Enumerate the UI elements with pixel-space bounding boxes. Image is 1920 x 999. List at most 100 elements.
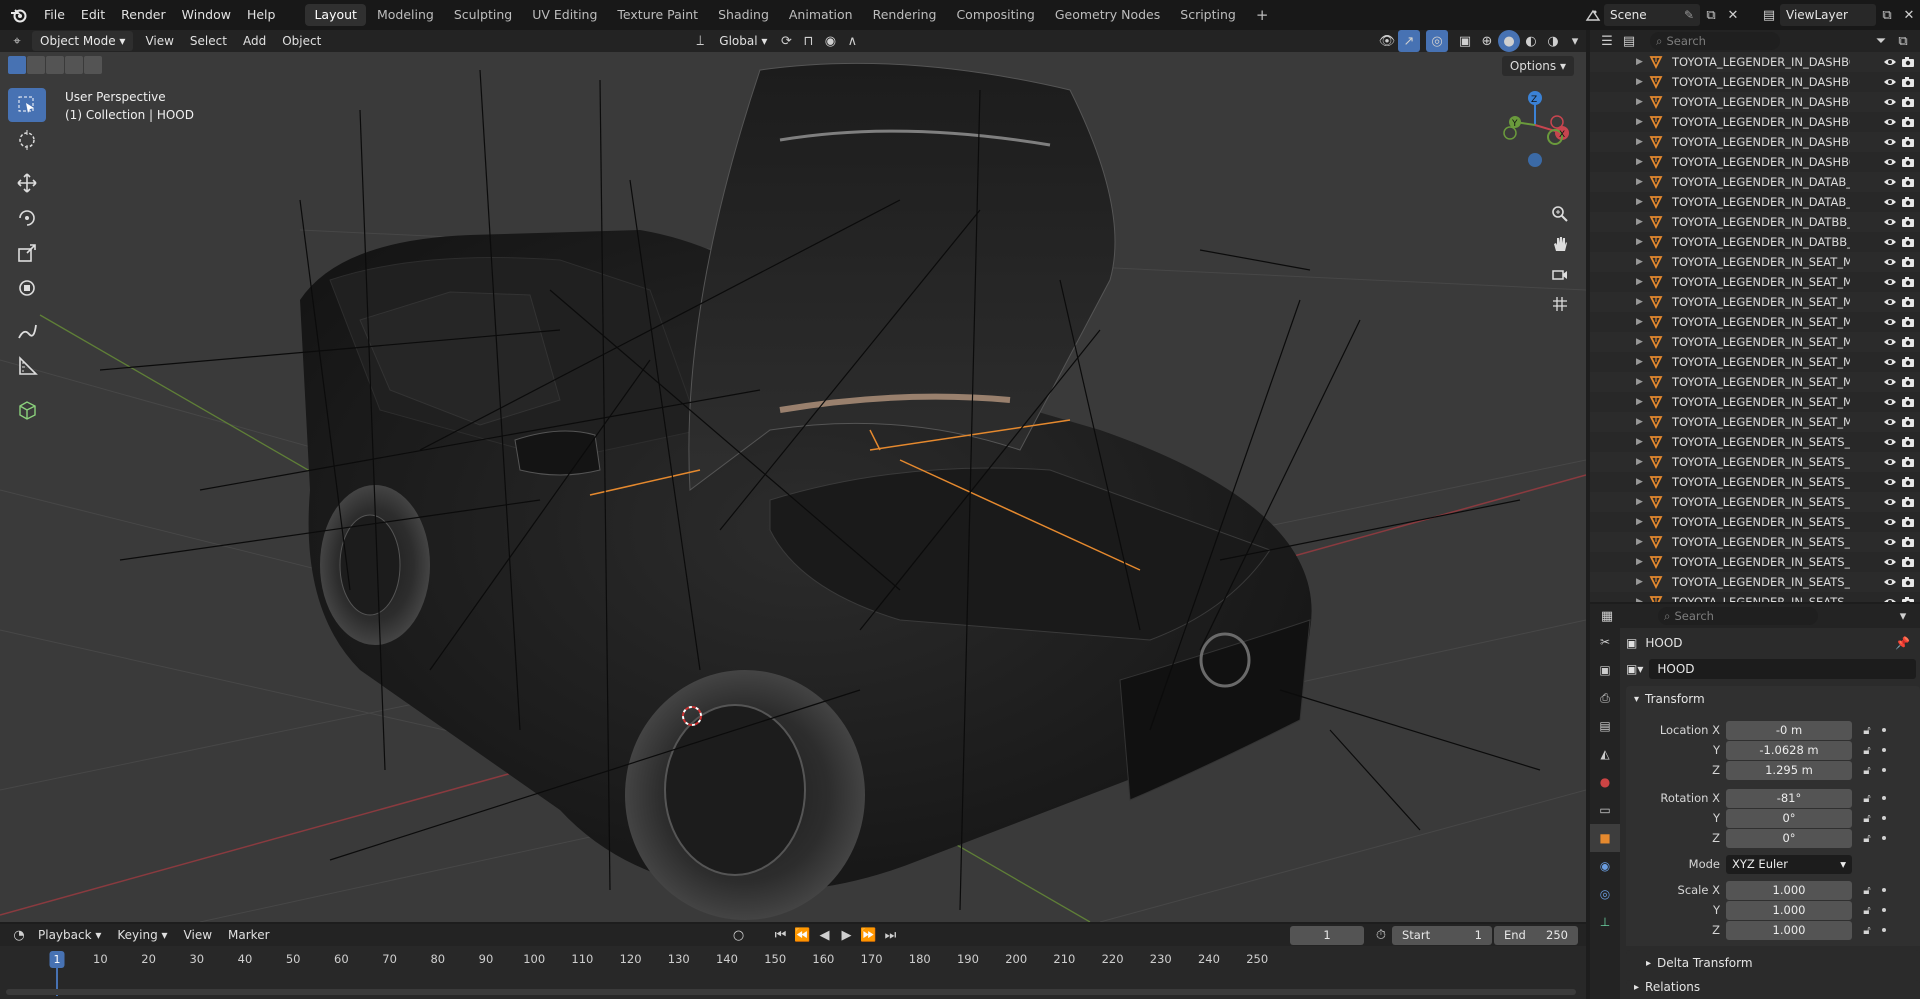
play-icon[interactable]: ▶: [836, 924, 858, 946]
keyframe-dot-icon[interactable]: [1882, 728, 1886, 732]
eye-icon[interactable]: [1882, 354, 1898, 370]
cursor-tool-icon[interactable]: [8, 123, 46, 157]
expand-arrow-icon[interactable]: ▶: [1636, 597, 1648, 602]
properties-editor-icon[interactable]: ▦: [1596, 605, 1618, 627]
select-extend-icon[interactable]: [27, 56, 45, 74]
falloff-icon[interactable]: ∧: [841, 30, 863, 52]
scene-name-field[interactable]: Scene ✎: [1604, 4, 1700, 26]
camera-render-icon[interactable]: [1900, 414, 1916, 430]
camera-render-icon[interactable]: [1900, 154, 1916, 170]
menu-keying[interactable]: Keying ▾: [109, 924, 175, 946]
camera-render-icon[interactable]: [1900, 94, 1916, 110]
expand-arrow-icon[interactable]: ▶: [1636, 57, 1648, 67]
outliner-row[interactable]: ▶ TOYOTA_LEGENDER_IN_SEATS_N: [1590, 572, 1920, 592]
properties-options-icon[interactable]: ▾: [1892, 605, 1914, 627]
tab-geometry-nodes[interactable]: Geometry Nodes: [1046, 4, 1169, 26]
collection-tab-icon[interactable]: ▭: [1590, 796, 1620, 824]
proportional-edit-icon[interactable]: ◉: [819, 30, 841, 52]
camera-render-icon[interactable]: [1900, 54, 1916, 70]
datablock-icon[interactable]: ▣▾: [1626, 662, 1643, 676]
timeline-ruler[interactable]: 1 10 20 30 40 50 60 70 80 90 100 110 120 130 140 150 160…: [0, 950, 1586, 996]
keyframe-dot-icon[interactable]: [1882, 836, 1886, 840]
camera-render-icon[interactable]: [1900, 454, 1916, 470]
menu-object[interactable]: Object: [274, 30, 329, 52]
keyframe-dot-icon[interactable]: [1882, 748, 1886, 752]
view-layer-icon[interactable]: ▤: [1758, 4, 1780, 26]
expand-arrow-icon[interactable]: ▶: [1636, 477, 1648, 487]
filter-icon[interactable]: ⏷: [1870, 30, 1892, 52]
camera-render-icon[interactable]: [1900, 494, 1916, 510]
expand-arrow-icon[interactable]: ▶: [1636, 437, 1648, 447]
eye-icon[interactable]: [1882, 274, 1898, 290]
editor-type-icon[interactable]: ⌖: [6, 30, 28, 52]
camera-render-icon[interactable]: [1900, 474, 1916, 490]
menu-window[interactable]: Window: [174, 0, 239, 30]
auto-keying-icon[interactable]: ○: [728, 924, 750, 946]
start-frame-field[interactable]: Start 1: [1392, 925, 1492, 945]
end-frame-field[interactable]: End 250: [1494, 925, 1578, 945]
playhead-frame[interactable]: 1: [49, 951, 65, 968]
display-mode-icon[interactable]: ▤: [1618, 30, 1640, 52]
modifier-tab-icon[interactable]: ◉: [1590, 852, 1620, 880]
rotation-mode-dropdown[interactable]: XYZ Euler ▾: [1726, 854, 1852, 874]
keyframe-dot-icon[interactable]: [1882, 768, 1886, 772]
camera-render-icon[interactable]: [1900, 274, 1916, 290]
outliner-row[interactable]: ▶ TOYOTA_LEGENDER_IN_SEATS_N: [1590, 552, 1920, 572]
outliner-row[interactable]: ▶ TOYOTA_LEGENDER_IN_DATBB_E: [1590, 212, 1920, 232]
expand-arrow-icon[interactable]: ▶: [1636, 337, 1648, 347]
location-y-field[interactable]: -1.0628 m: [1726, 740, 1852, 760]
camera-render-icon[interactable]: [1900, 134, 1916, 150]
new-scene-icon[interactable]: ⧉: [1700, 4, 1722, 26]
eye-icon[interactable]: [1882, 394, 1898, 410]
outliner-row[interactable]: ▶ TOYOTA_LEGENDER_IN_DATBB_E: [1590, 232, 1920, 252]
wireframe-shading-icon[interactable]: ⊕: [1476, 30, 1498, 52]
outliner-row[interactable]: ▶ TOYOTA_LEGENDER_IN_SEATS_N: [1590, 592, 1920, 602]
timeline-editor-icon[interactable]: ◔: [8, 924, 30, 946]
menu-playback[interactable]: Playback ▾: [30, 924, 109, 946]
keyframe-dot-icon[interactable]: [1882, 796, 1886, 800]
camera-render-icon[interactable]: [1900, 574, 1916, 590]
jump-start-icon[interactable]: ⏮: [770, 924, 792, 946]
eye-icon[interactable]: [1882, 294, 1898, 310]
camera-render-icon[interactable]: [1900, 354, 1916, 370]
eye-icon[interactable]: [1882, 214, 1898, 230]
object-tab-icon[interactable]: ■: [1590, 824, 1620, 852]
expand-arrow-icon[interactable]: ▶: [1636, 157, 1648, 167]
outliner-row[interactable]: ▶ TOYOTA_LEGENDER_IN_SEAT_MI: [1590, 252, 1920, 272]
add-workspace-icon[interactable]: +: [1247, 4, 1278, 26]
outliner-row[interactable]: ▶ TOYOTA_LEGENDER_IN_SEATS_N: [1590, 452, 1920, 472]
camera-render-icon[interactable]: [1900, 534, 1916, 550]
eye-icon[interactable]: [1882, 234, 1898, 250]
expand-arrow-icon[interactable]: ▶: [1636, 217, 1648, 227]
orientation-dropdown[interactable]: Global ▾: [711, 30, 775, 52]
rotation-x-field[interactable]: -81°: [1726, 788, 1852, 808]
prev-keyframe-icon[interactable]: ⏪: [792, 924, 814, 946]
render-tab-icon[interactable]: ▣: [1590, 656, 1620, 684]
outliner-search-input[interactable]: ⌕ Search: [1650, 32, 1780, 50]
menu-view[interactable]: View: [137, 30, 181, 52]
camera-render-icon[interactable]: [1900, 174, 1916, 190]
camera-render-icon[interactable]: [1900, 394, 1916, 410]
expand-arrow-icon[interactable]: ▶: [1636, 577, 1648, 587]
pan-hand-icon[interactable]: [1546, 230, 1574, 258]
expand-arrow-icon[interactable]: ▶: [1636, 197, 1648, 207]
outliner-row[interactable]: ▶ TOYOTA_LEGENDER_IN_DATAB_E: [1590, 192, 1920, 212]
delete-view-layer-icon[interactable]: ✕: [1898, 4, 1920, 26]
keyframe-dot-icon[interactable]: [1882, 888, 1886, 892]
object-name-field[interactable]: HOOD: [1649, 659, 1916, 679]
eye-icon[interactable]: [1882, 54, 1898, 70]
tab-uv-editing[interactable]: UV Editing: [523, 4, 606, 26]
outliner-row[interactable]: ▶ TOYOTA_LEGENDER_IN_DATAB_E: [1590, 172, 1920, 192]
eye-icon[interactable]: [1882, 134, 1898, 150]
eye-icon[interactable]: [1882, 174, 1898, 190]
expand-arrow-icon[interactable]: ▶: [1636, 257, 1648, 267]
outliner-row[interactable]: ▶ TOYOTA_LEGENDER_IN_DASHBO: [1590, 112, 1920, 132]
tab-rendering[interactable]: Rendering: [864, 4, 946, 26]
world-tab-icon[interactable]: ●: [1590, 768, 1620, 796]
camera-render-icon[interactable]: [1900, 374, 1916, 390]
expand-arrow-icon[interactable]: ▶: [1636, 97, 1648, 107]
camera-render-icon[interactable]: [1900, 514, 1916, 530]
lock-icon[interactable]: 🔓︎: [1860, 743, 1874, 757]
eye-icon[interactable]: [1882, 494, 1898, 510]
eye-icon[interactable]: [1882, 334, 1898, 350]
